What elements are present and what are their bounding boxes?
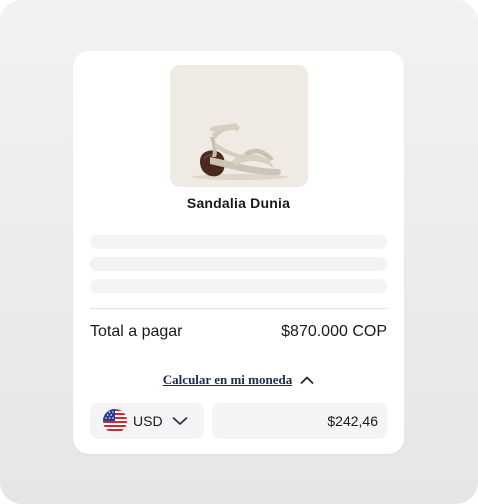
currency-calculator-toggle[interactable]: Calcular en mi moneda — [73, 370, 404, 390]
total-label: Total a pagar — [90, 323, 183, 340]
total-value: $870.000 COP — [281, 323, 387, 340]
product-image — [170, 65, 308, 187]
divider — [90, 308, 387, 309]
converted-amount-field: $242,46 — [212, 403, 387, 439]
loading-placeholder-line — [90, 257, 387, 271]
sandal-product-image — [170, 65, 308, 187]
currency-select[interactable]: USD — [90, 403, 204, 439]
product-name: Sandalia Dunia — [186, 195, 291, 211]
loading-placeholder-line — [90, 235, 387, 249]
us-flag-icon — [103, 409, 127, 433]
app-frame: Sandalia Dunia Total a pagar $870.000 CO… — [0, 0, 478, 504]
checkout-summary-card: Sandalia Dunia Total a pagar $870.000 CO… — [73, 51, 404, 454]
chevron-down-icon — [172, 417, 187, 425]
chevron-up-icon[interactable] — [300, 375, 314, 385]
currency-code: USD — [133, 413, 163, 429]
calculate-in-my-currency-link[interactable]: Calcular en mi moneda — [163, 372, 292, 388]
loading-placeholder-line — [90, 279, 387, 293]
